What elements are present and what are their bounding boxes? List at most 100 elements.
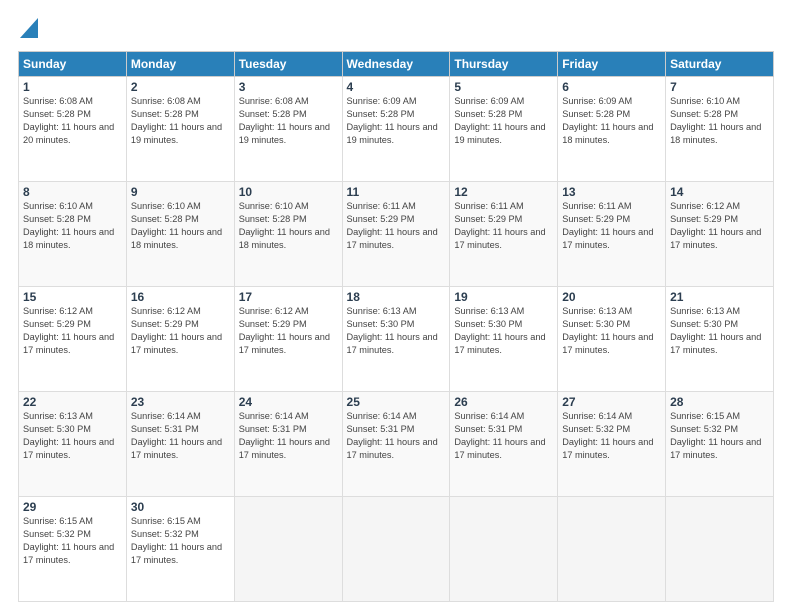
day-number: 23: [131, 395, 230, 409]
day-number: 9: [131, 185, 230, 199]
day-cell: 5Sunrise: 6:09 AMSunset: 5:28 PMDaylight…: [450, 77, 558, 182]
day-number: 13: [562, 185, 661, 199]
day-cell: 30Sunrise: 6:15 AMSunset: 5:32 PMDayligh…: [126, 497, 234, 602]
day-number: 11: [347, 185, 446, 199]
day-cell: 1Sunrise: 6:08 AMSunset: 5:28 PMDaylight…: [19, 77, 127, 182]
day-number: 25: [347, 395, 446, 409]
day-number: 10: [239, 185, 338, 199]
day-cell: 13Sunrise: 6:11 AMSunset: 5:29 PMDayligh…: [558, 182, 666, 287]
day-cell: 11Sunrise: 6:11 AMSunset: 5:29 PMDayligh…: [342, 182, 450, 287]
day-number: 29: [23, 500, 122, 514]
day-cell: [450, 497, 558, 602]
day-cell: 28Sunrise: 6:15 AMSunset: 5:32 PMDayligh…: [666, 392, 774, 497]
day-number: 22: [23, 395, 122, 409]
day-info: Sunrise: 6:14 AMSunset: 5:31 PMDaylight:…: [131, 410, 230, 462]
day-cell: [234, 497, 342, 602]
day-cell: 15Sunrise: 6:12 AMSunset: 5:29 PMDayligh…: [19, 287, 127, 392]
day-cell: 12Sunrise: 6:11 AMSunset: 5:29 PMDayligh…: [450, 182, 558, 287]
day-number: 19: [454, 290, 553, 304]
day-number: 3: [239, 80, 338, 94]
day-info: Sunrise: 6:10 AMSunset: 5:28 PMDaylight:…: [670, 95, 769, 147]
day-cell: [342, 497, 450, 602]
day-number: 4: [347, 80, 446, 94]
calendar: SundayMondayTuesdayWednesdayThursdayFrid…: [18, 51, 774, 602]
day-number: 17: [239, 290, 338, 304]
day-number: 1: [23, 80, 122, 94]
day-cell: 29Sunrise: 6:15 AMSunset: 5:32 PMDayligh…: [19, 497, 127, 602]
day-number: 18: [347, 290, 446, 304]
day-info: Sunrise: 6:13 AMSunset: 5:30 PMDaylight:…: [347, 305, 446, 357]
day-info: Sunrise: 6:12 AMSunset: 5:29 PMDaylight:…: [670, 200, 769, 252]
weekday-sunday: Sunday: [19, 52, 127, 77]
day-info: Sunrise: 6:08 AMSunset: 5:28 PMDaylight:…: [23, 95, 122, 147]
day-cell: 18Sunrise: 6:13 AMSunset: 5:30 PMDayligh…: [342, 287, 450, 392]
day-number: 14: [670, 185, 769, 199]
day-number: 30: [131, 500, 230, 514]
day-info: Sunrise: 6:14 AMSunset: 5:31 PMDaylight:…: [347, 410, 446, 462]
calendar-table: SundayMondayTuesdayWednesdayThursdayFrid…: [18, 51, 774, 602]
day-cell: 3Sunrise: 6:08 AMSunset: 5:28 PMDaylight…: [234, 77, 342, 182]
weekday-friday: Friday: [558, 52, 666, 77]
page: SundayMondayTuesdayWednesdayThursdayFrid…: [0, 0, 792, 612]
day-info: Sunrise: 6:09 AMSunset: 5:28 PMDaylight:…: [562, 95, 661, 147]
day-info: Sunrise: 6:12 AMSunset: 5:29 PMDaylight:…: [131, 305, 230, 357]
day-info: Sunrise: 6:09 AMSunset: 5:28 PMDaylight:…: [347, 95, 446, 147]
day-cell: 21Sunrise: 6:13 AMSunset: 5:30 PMDayligh…: [666, 287, 774, 392]
day-number: 27: [562, 395, 661, 409]
day-info: Sunrise: 6:15 AMSunset: 5:32 PMDaylight:…: [131, 515, 230, 567]
day-info: Sunrise: 6:11 AMSunset: 5:29 PMDaylight:…: [347, 200, 446, 252]
day-cell: 7Sunrise: 6:10 AMSunset: 5:28 PMDaylight…: [666, 77, 774, 182]
day-cell: [666, 497, 774, 602]
day-number: 7: [670, 80, 769, 94]
day-info: Sunrise: 6:13 AMSunset: 5:30 PMDaylight:…: [670, 305, 769, 357]
day-number: 21: [670, 290, 769, 304]
day-number: 12: [454, 185, 553, 199]
day-info: Sunrise: 6:10 AMSunset: 5:28 PMDaylight:…: [239, 200, 338, 252]
day-cell: 2Sunrise: 6:08 AMSunset: 5:28 PMDaylight…: [126, 77, 234, 182]
day-info: Sunrise: 6:14 AMSunset: 5:32 PMDaylight:…: [562, 410, 661, 462]
day-info: Sunrise: 6:08 AMSunset: 5:28 PMDaylight:…: [131, 95, 230, 147]
day-info: Sunrise: 6:11 AMSunset: 5:29 PMDaylight:…: [562, 200, 661, 252]
day-number: 5: [454, 80, 553, 94]
day-number: 8: [23, 185, 122, 199]
day-cell: 27Sunrise: 6:14 AMSunset: 5:32 PMDayligh…: [558, 392, 666, 497]
day-number: 2: [131, 80, 230, 94]
week-row-5: 29Sunrise: 6:15 AMSunset: 5:32 PMDayligh…: [19, 497, 774, 602]
weekday-header-row: SundayMondayTuesdayWednesdayThursdayFrid…: [19, 52, 774, 77]
day-number: 28: [670, 395, 769, 409]
day-info: Sunrise: 6:13 AMSunset: 5:30 PMDaylight:…: [562, 305, 661, 357]
day-info: Sunrise: 6:15 AMSunset: 5:32 PMDaylight:…: [23, 515, 122, 567]
day-cell: 8Sunrise: 6:10 AMSunset: 5:28 PMDaylight…: [19, 182, 127, 287]
day-cell: 14Sunrise: 6:12 AMSunset: 5:29 PMDayligh…: [666, 182, 774, 287]
week-row-1: 1Sunrise: 6:08 AMSunset: 5:28 PMDaylight…: [19, 77, 774, 182]
header: [18, 14, 774, 43]
day-cell: 17Sunrise: 6:12 AMSunset: 5:29 PMDayligh…: [234, 287, 342, 392]
day-cell: 9Sunrise: 6:10 AMSunset: 5:28 PMDaylight…: [126, 182, 234, 287]
day-cell: 19Sunrise: 6:13 AMSunset: 5:30 PMDayligh…: [450, 287, 558, 392]
day-cell: 22Sunrise: 6:13 AMSunset: 5:30 PMDayligh…: [19, 392, 127, 497]
day-info: Sunrise: 6:14 AMSunset: 5:31 PMDaylight:…: [454, 410, 553, 462]
day-info: Sunrise: 6:09 AMSunset: 5:28 PMDaylight:…: [454, 95, 553, 147]
day-cell: 6Sunrise: 6:09 AMSunset: 5:28 PMDaylight…: [558, 77, 666, 182]
weekday-monday: Monday: [126, 52, 234, 77]
logo: [18, 14, 38, 43]
day-info: Sunrise: 6:12 AMSunset: 5:29 PMDaylight:…: [239, 305, 338, 357]
day-cell: 20Sunrise: 6:13 AMSunset: 5:30 PMDayligh…: [558, 287, 666, 392]
day-cell: 26Sunrise: 6:14 AMSunset: 5:31 PMDayligh…: [450, 392, 558, 497]
day-cell: 4Sunrise: 6:09 AMSunset: 5:28 PMDaylight…: [342, 77, 450, 182]
day-cell: 25Sunrise: 6:14 AMSunset: 5:31 PMDayligh…: [342, 392, 450, 497]
day-cell: 16Sunrise: 6:12 AMSunset: 5:29 PMDayligh…: [126, 287, 234, 392]
day-number: 24: [239, 395, 338, 409]
week-row-2: 8Sunrise: 6:10 AMSunset: 5:28 PMDaylight…: [19, 182, 774, 287]
day-number: 6: [562, 80, 661, 94]
day-number: 16: [131, 290, 230, 304]
day-cell: 10Sunrise: 6:10 AMSunset: 5:28 PMDayligh…: [234, 182, 342, 287]
day-info: Sunrise: 6:14 AMSunset: 5:31 PMDaylight:…: [239, 410, 338, 462]
day-number: 15: [23, 290, 122, 304]
weekday-tuesday: Tuesday: [234, 52, 342, 77]
day-info: Sunrise: 6:15 AMSunset: 5:32 PMDaylight:…: [670, 410, 769, 462]
weekday-wednesday: Wednesday: [342, 52, 450, 77]
day-cell: 24Sunrise: 6:14 AMSunset: 5:31 PMDayligh…: [234, 392, 342, 497]
day-info: Sunrise: 6:10 AMSunset: 5:28 PMDaylight:…: [23, 200, 122, 252]
day-info: Sunrise: 6:10 AMSunset: 5:28 PMDaylight:…: [131, 200, 230, 252]
